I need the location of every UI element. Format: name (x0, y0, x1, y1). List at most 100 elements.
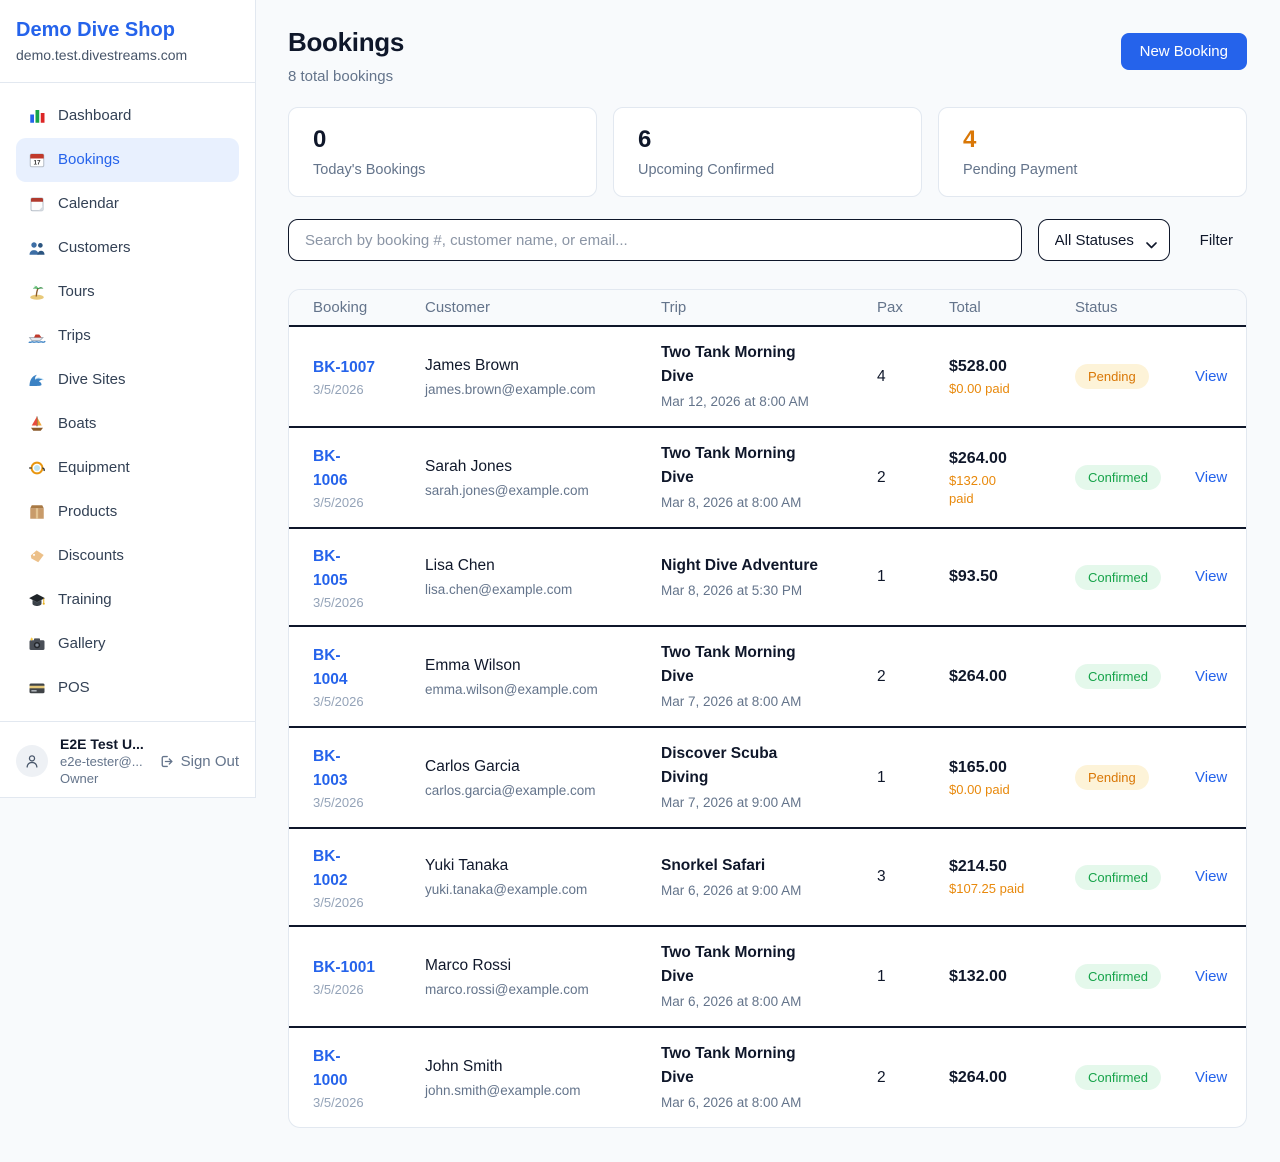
sidebar-item-dashboard[interactable]: Dashboard (16, 94, 239, 138)
sidebar-item-bookings[interactable]: 17 Bookings (16, 138, 239, 182)
sidebar-item-calendar[interactable]: Calendar (16, 182, 239, 226)
customer-name: Yuki Tanaka (425, 854, 661, 878)
booking-id-link[interactable]: BK- 1005 (313, 545, 425, 593)
paid-amount: $107.25 paid (949, 880, 1075, 898)
booking-id-link[interactable]: BK- 1006 (313, 445, 425, 493)
booking-id-link[interactable]: BK- 1004 (313, 644, 425, 692)
view-link[interactable]: View (1195, 968, 1227, 985)
col-header-actions (1195, 299, 1226, 317)
col-header-booking: Booking (313, 290, 425, 325)
sign-out-button[interactable]: Sign Out (158, 753, 239, 770)
table-row: BK- 10023/5/2026 Yuki Tanakayuki.tanaka@… (289, 829, 1246, 927)
user-name: E2E Test U... (60, 735, 146, 753)
new-booking-button[interactable]: New Booking (1121, 33, 1247, 70)
sidebar-item-training[interactable]: Training (16, 578, 239, 622)
pax-count: 1 (877, 968, 949, 986)
view-link[interactable]: View (1195, 469, 1227, 486)
graduation-cap-icon (28, 591, 46, 609)
customer-email: john.smith@example.com (425, 1081, 661, 1101)
view-link[interactable]: View (1195, 568, 1227, 585)
stat-label: Upcoming Confirmed (638, 162, 897, 178)
status-badge: Confirmed (1075, 465, 1161, 490)
customer-email: sarah.jones@example.com (425, 481, 661, 501)
customer-name: Carlos Garcia (425, 755, 661, 779)
stat-label: Today's Bookings (313, 162, 572, 178)
log-out-icon (158, 753, 175, 770)
pax-count: 1 (877, 568, 949, 586)
sidebar-item-gallery[interactable]: Gallery (16, 622, 239, 666)
table-row: BK- 10053/5/2026 Lisa Chenlisa.chen@exam… (289, 529, 1246, 627)
view-link[interactable]: View (1195, 1069, 1227, 1086)
credit-card-icon (28, 679, 46, 697)
sidebar-item-dive-sites[interactable]: Dive Sites (16, 358, 239, 402)
calendar-icon: 17 (28, 151, 46, 169)
sidebar: Demo Dive Shop demo.test.divestreams.com… (0, 0, 256, 798)
view-link[interactable]: View (1195, 668, 1227, 685)
paid-amount: $0.00 paid (949, 781, 1075, 799)
page-subtitle: 8 total bookings (288, 68, 404, 85)
view-link[interactable]: View (1195, 368, 1227, 385)
sidebar-item-equipment[interactable]: Equipment (16, 446, 239, 490)
booking-id-link[interactable]: BK-1001 (313, 956, 425, 980)
sidebar-item-pos[interactable]: POS (16, 666, 239, 710)
trip-name: Discover Scuba Diving (661, 742, 877, 790)
status-badge: Confirmed (1075, 664, 1161, 689)
booking-date: 3/5/2026 (313, 1095, 425, 1110)
user-email: e2e-tester@... (60, 753, 146, 770)
pax-count: 4 (877, 368, 949, 386)
app-root: Demo Dive Shop demo.test.divestreams.com… (0, 0, 1280, 1158)
booking-date: 3/5/2026 (313, 495, 425, 510)
brand-name: Demo Dive Shop (16, 17, 239, 43)
customer-name: Sarah Jones (425, 455, 661, 479)
avatar (16, 745, 48, 777)
booking-date: 3/5/2026 (313, 382, 425, 397)
view-link[interactable]: View (1195, 868, 1227, 885)
filter-button[interactable]: Filter (1186, 232, 1247, 249)
brand-block: Demo Dive Shop demo.test.divestreams.com (0, 0, 255, 83)
customer-name: Lisa Chen (425, 554, 661, 578)
table-row: BK- 10003/5/2026 John Smithjohn.smith@ex… (289, 1028, 1246, 1127)
bar-chart-icon (28, 107, 46, 125)
total-amount: $132.00 (949, 966, 1075, 988)
sidebar-item-tours[interactable]: Tours (16, 270, 239, 314)
total-amount: $165.00 (949, 757, 1075, 779)
booking-id-link[interactable]: BK- 1003 (313, 745, 425, 793)
trip-date: Mar 8, 2026 at 8:00 AM (661, 493, 877, 513)
main-content: Bookings 8 total bookings New Booking 0 … (256, 0, 1280, 1158)
users-icon (28, 239, 46, 257)
status-badge: Confirmed (1075, 1065, 1161, 1090)
pax-count: 3 (877, 868, 949, 886)
camera-icon (28, 635, 46, 653)
trip-date: Mar 7, 2026 at 8:00 AM (661, 692, 877, 712)
total-amount: $93.50 (949, 566, 1075, 588)
booking-id-link[interactable]: BK-1007 (313, 356, 425, 380)
sidebar-item-label: Discounts (58, 544, 124, 568)
tag-icon (28, 547, 46, 565)
status-filter-select[interactable]: All Statuses (1038, 219, 1170, 261)
customer-name: James Brown (425, 354, 661, 378)
trip-name: Night Dive Adventure (661, 554, 877, 578)
view-link[interactable]: View (1195, 769, 1227, 786)
booking-id-link[interactable]: BK- 1002 (313, 845, 425, 893)
sidebar-item-customers[interactable]: Customers (16, 226, 239, 270)
trip-name: Snorkel Safari (661, 854, 877, 878)
sidebar-item-label: Dive Sites (58, 368, 126, 392)
sidebar-item-label: Products (58, 500, 117, 524)
sidebar-item-label: Calendar (58, 192, 119, 216)
total-amount: $264.00 (949, 448, 1075, 470)
sidebar-nav: Dashboard 17 Bookings Calendar Customers… (0, 83, 255, 721)
pax-count: 2 (877, 668, 949, 686)
search-input[interactable] (288, 219, 1022, 261)
wave-icon (28, 371, 46, 389)
stat-card-pending-payment: 4 Pending Payment (938, 107, 1247, 197)
total-amount: $264.00 (949, 1067, 1075, 1089)
trip-date: Mar 6, 2026 at 8:00 AM (661, 992, 877, 1012)
sidebar-item-trips[interactable]: Trips (16, 314, 239, 358)
booking-date: 3/5/2026 (313, 595, 425, 610)
booking-id-link[interactable]: BK- 1000 (313, 1045, 425, 1093)
sidebar-item-discounts[interactable]: Discounts (16, 534, 239, 578)
stat-value: 0 (313, 125, 572, 155)
dive-mask-icon (28, 459, 46, 477)
sidebar-item-products[interactable]: Products (16, 490, 239, 534)
sidebar-item-boats[interactable]: Boats (16, 402, 239, 446)
